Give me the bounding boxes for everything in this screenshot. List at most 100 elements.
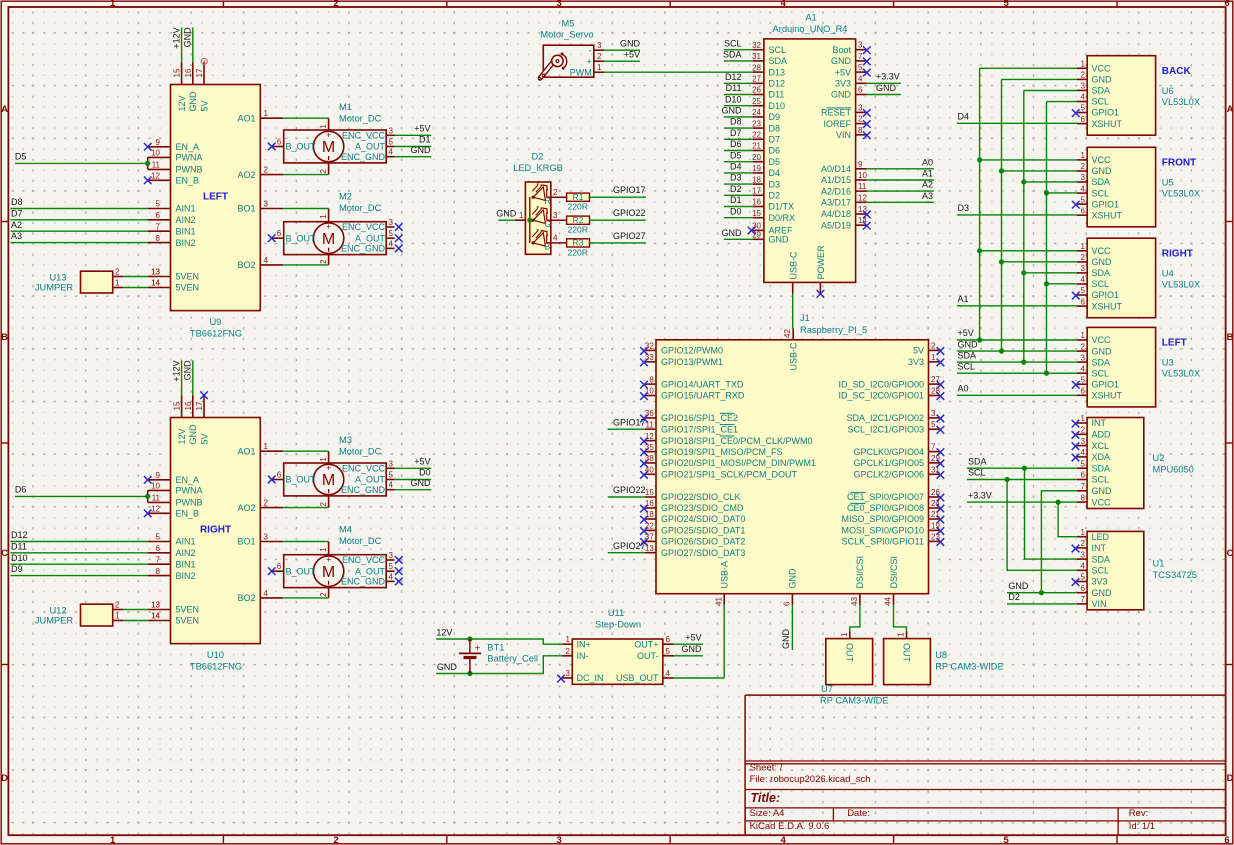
svg-text:2: 2	[319, 169, 328, 174]
svg-text:4: 4	[1081, 448, 1086, 457]
svg-text:U7: U7	[821, 684, 833, 694]
svg-text:3: 3	[264, 533, 269, 542]
svg-text:8: 8	[156, 234, 161, 243]
svg-text:14: 14	[151, 279, 160, 288]
svg-text:A5/D19: A5/D19	[821, 220, 851, 230]
svg-text:4: 4	[858, 74, 863, 83]
svg-text:GND: GND	[876, 83, 897, 93]
svg-text:19: 19	[752, 164, 761, 173]
svg-text:5: 5	[389, 471, 394, 480]
svg-text:M4: M4	[339, 525, 352, 535]
svg-text:VCC: VCC	[1092, 497, 1112, 507]
svg-text:ENC_GND: ENC_GND	[341, 577, 386, 587]
svg-text:SDA: SDA	[1092, 463, 1111, 473]
svg-text:D5: D5	[769, 157, 781, 167]
svg-text:5: 5	[1081, 573, 1086, 582]
svg-text:D2: D2	[1008, 592, 1020, 602]
svg-text:A3: A3	[922, 191, 933, 201]
svg-text:6: 6	[277, 229, 282, 238]
svg-text:A: A	[1, 104, 8, 115]
svg-text:D4: D4	[730, 162, 742, 172]
svg-text:1: 1	[1081, 242, 1086, 251]
svg-text:GPIO12/PWM0: GPIO12/PWM0	[661, 346, 723, 356]
svg-text:+5V: +5V	[414, 124, 430, 134]
svg-text:6: 6	[1224, 0, 1229, 9]
svg-text:GPIO1: GPIO1	[1092, 379, 1120, 389]
svg-text:12: 12	[151, 505, 160, 514]
svg-text:B_OUT: B_OUT	[286, 475, 317, 485]
svg-text:4: 4	[1081, 184, 1086, 193]
svg-text:GPIO19/SPI1_MISO/PCM_FS: GPIO19/SPI1_MISO/PCM_FS	[661, 447, 783, 457]
svg-text:7: 7	[931, 443, 936, 452]
svg-text:5: 5	[1081, 104, 1086, 113]
svg-text:+12V: +12V	[171, 27, 181, 48]
svg-text:M: M	[322, 472, 335, 489]
svg-text:+: +	[326, 463, 331, 473]
svg-text:SCL: SCL	[769, 45, 787, 55]
svg-text:D5: D5	[15, 152, 27, 162]
svg-text:3V3: 3V3	[1092, 577, 1108, 587]
svg-text:D12: D12	[769, 79, 786, 89]
svg-text:6: 6	[1081, 387, 1086, 396]
svg-text:XSHUT: XSHUT	[1092, 119, 1123, 129]
svg-text:GPIO17: GPIO17	[613, 417, 646, 427]
svg-text:SCL_I2C1/GPIO03: SCL_I2C1/GPIO03	[847, 424, 924, 434]
svg-text:BO1: BO1	[237, 204, 255, 214]
svg-text:GND: GND	[496, 209, 517, 219]
svg-text:ID_SC_I2C0/GPIO01: ID_SC_I2C0/GPIO01	[838, 391, 924, 401]
svg-text:U3: U3	[1162, 358, 1174, 368]
svg-text:SCL: SCL	[724, 38, 742, 48]
svg-text:4: 4	[1081, 93, 1086, 102]
svg-text:1: 1	[319, 457, 328, 462]
svg-text:A_OUT: A_OUT	[355, 475, 386, 485]
svg-text:11: 11	[152, 161, 161, 170]
svg-text:INT: INT	[1092, 418, 1107, 428]
svg-text:2: 2	[115, 268, 120, 277]
svg-text:29: 29	[752, 231, 761, 240]
svg-text:18: 18	[752, 175, 761, 184]
svg-text:Motor_DC: Motor_DC	[339, 446, 382, 456]
svg-text:6: 6	[1081, 584, 1086, 593]
svg-text:DSI/CSI: DSI/CSI	[889, 556, 899, 589]
svg-text:D0: D0	[730, 206, 742, 216]
svg-text:6: 6	[1081, 297, 1086, 306]
svg-text:Sheet: /: Sheet: /	[750, 762, 783, 773]
svg-text:3: 3	[557, 835, 562, 845]
svg-text:GPIO20/SPI1_MOSI/PCM_DIN/PWM1: GPIO20/SPI1_MOSI/PCM_DIN/PWM1	[661, 458, 816, 468]
svg-text:13: 13	[858, 205, 867, 214]
svg-text:GND: GND	[620, 39, 641, 49]
svg-text:INT: INT	[1092, 543, 1107, 553]
svg-text:7: 7	[858, 52, 863, 61]
svg-text:U6: U6	[1162, 86, 1174, 96]
svg-text:3: 3	[566, 669, 571, 678]
svg-text:GPIO18/SPI1_CE0/PCM_CLK/PWM0: GPIO18/SPI1_CE0/PCM_CLK/PWM0	[661, 436, 813, 446]
svg-text:220R: 220R	[568, 247, 589, 257]
svg-text:26: 26	[752, 86, 761, 95]
svg-text:+5V: +5V	[835, 67, 851, 77]
svg-text:2: 2	[264, 499, 269, 508]
svg-text:GND: GND	[788, 568, 798, 589]
svg-text:6: 6	[277, 470, 282, 479]
svg-text:4: 4	[1081, 364, 1086, 373]
svg-text:A2: A2	[922, 180, 933, 190]
svg-text:1: 1	[1081, 414, 1086, 423]
svg-text:D7: D7	[11, 208, 23, 218]
svg-text:Step-Down: Step-Down	[595, 620, 641, 630]
svg-text:6: 6	[277, 562, 282, 571]
svg-text:1: 1	[1081, 60, 1086, 69]
svg-text:JUMPER: JUMPER	[35, 282, 74, 292]
svg-text:13: 13	[151, 601, 160, 610]
svg-text:XDA: XDA	[1092, 452, 1111, 462]
svg-text:SDA_I2C1/GPIO02: SDA_I2C1/GPIO02	[846, 413, 924, 423]
svg-text:M2: M2	[339, 192, 352, 202]
svg-text:GND: GND	[682, 644, 703, 654]
svg-text:Size: A4: Size: A4	[750, 808, 785, 819]
svg-text:GPIO22: GPIO22	[613, 208, 646, 218]
svg-text:17: 17	[195, 68, 204, 77]
svg-text:M: M	[322, 139, 335, 156]
svg-text:16: 16	[184, 401, 193, 410]
svg-text:1: 1	[897, 632, 906, 637]
svg-text:POWER: POWER	[816, 245, 826, 280]
svg-text:J1: J1	[800, 313, 810, 323]
svg-text:D13: D13	[769, 67, 786, 77]
